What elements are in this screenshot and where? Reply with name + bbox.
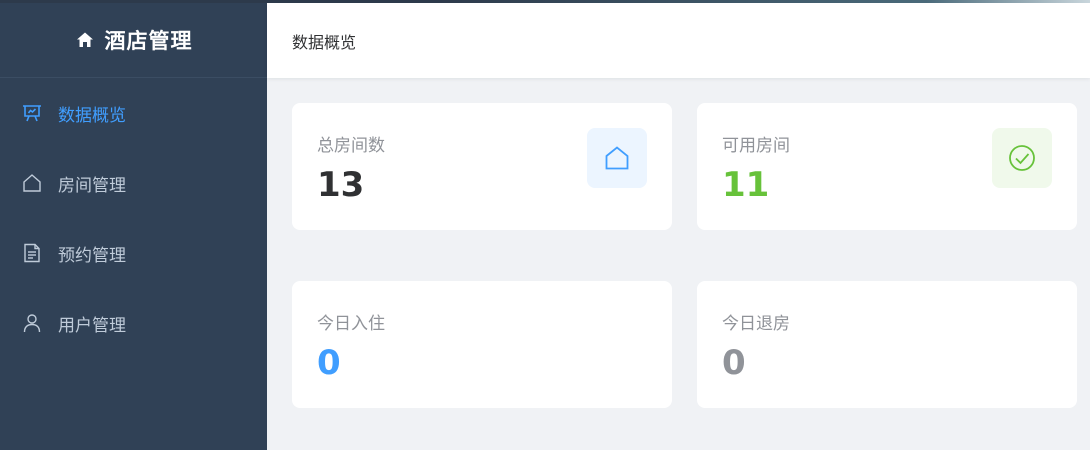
stat-card-checkin-today: 今日入住 0 bbox=[292, 281, 672, 408]
stat-value: 0 bbox=[722, 343, 746, 383]
stat-card-available-rooms: 可用房间 11 bbox=[697, 103, 1077, 230]
breadcrumb: 数据概览 bbox=[292, 32, 357, 52]
sidebar-item-label: 预约管理 bbox=[58, 245, 126, 266]
stat-value: 13 bbox=[317, 165, 365, 205]
sidebar-item-label: 用户管理 bbox=[58, 315, 126, 336]
stat-label: 今日退房 bbox=[722, 314, 790, 334]
top-header: 数据概览 bbox=[267, 3, 1090, 78]
stat-card-total-rooms: 总房间数 13 bbox=[292, 103, 672, 230]
top-accent-line bbox=[0, 0, 1090, 3]
app-title: 酒店管理 bbox=[104, 29, 193, 53]
sidebar-item-users[interactable]: 用户管理 bbox=[0, 288, 267, 358]
sidebar-item-overview[interactable]: 数据概览 bbox=[0, 78, 267, 148]
stat-label: 总房间数 bbox=[317, 136, 385, 156]
presentation-board-icon bbox=[22, 103, 42, 123]
stat-value: 0 bbox=[317, 343, 341, 383]
sidebar-item-label: 房间管理 bbox=[58, 175, 126, 196]
check-circle-icon bbox=[992, 128, 1052, 188]
stat-label: 今日入住 bbox=[317, 314, 385, 334]
user-icon bbox=[22, 313, 42, 333]
sidebar: 酒店管理 数据概览 房间管理 预约管理 用户管理 bbox=[0, 0, 267, 450]
sidebar-item-rooms[interactable]: 房间管理 bbox=[0, 148, 267, 218]
home-icon bbox=[75, 30, 95, 50]
stat-card-checkout-today: 今日退房 0 bbox=[697, 281, 1077, 408]
stat-label: 可用房间 bbox=[722, 136, 790, 156]
house-outline-icon bbox=[587, 128, 647, 188]
sidebar-item-bookings[interactable]: 预约管理 bbox=[0, 218, 267, 288]
sidebar-item-label: 数据概览 bbox=[58, 105, 126, 126]
document-icon bbox=[22, 243, 42, 263]
house-outline-icon bbox=[22, 173, 42, 193]
app-logo[interactable]: 酒店管理 bbox=[0, 0, 267, 78]
stat-value: 11 bbox=[722, 165, 770, 205]
